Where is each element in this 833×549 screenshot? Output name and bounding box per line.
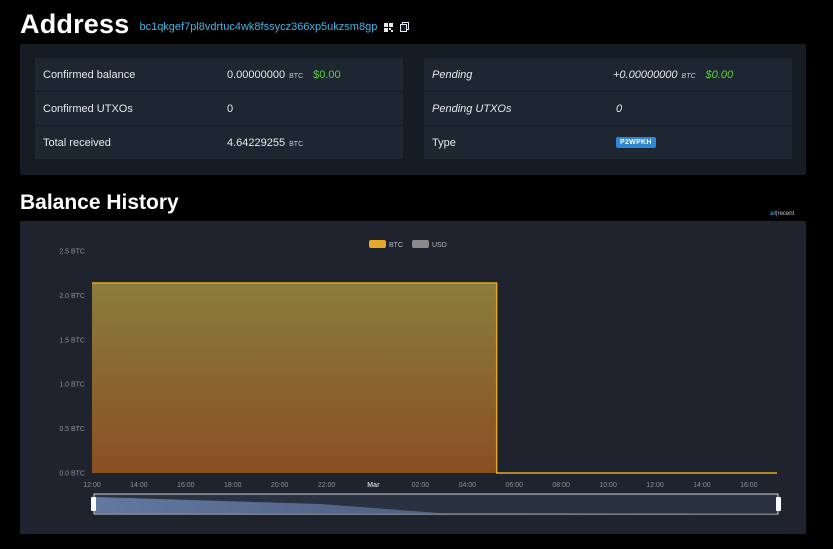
qr-code-icon[interactable] bbox=[383, 22, 393, 32]
type-row: Type P2WPKH bbox=[424, 126, 792, 159]
total-received-label: Total received bbox=[43, 136, 111, 149]
x-tick-label: 16:00 bbox=[740, 482, 758, 489]
x-tick-label: 04:00 bbox=[459, 482, 477, 489]
total-received-value: 4.64229255 BTC bbox=[227, 137, 303, 149]
pending-utxos-row: Pending UTXOs 0 bbox=[424, 92, 792, 125]
address-summary: Confirmed balance 0.00000000 BTC $0.00 P… bbox=[20, 44, 806, 175]
pending-amount: +0.00000000 bbox=[613, 68, 678, 81]
legend-swatch-btc[interactable] bbox=[369, 240, 386, 248]
total-received-amount: 4.64229255 bbox=[227, 136, 286, 149]
pending-label: Pending bbox=[432, 68, 473, 81]
y-tick-label: 0.0 BTC bbox=[59, 471, 85, 478]
y-tick-label: 1.0 BTC bbox=[59, 382, 85, 389]
x-tick-label: 16:00 bbox=[177, 482, 195, 489]
x-tick-label: 02:00 bbox=[412, 482, 430, 489]
confirmed-balance-row: Confirmed balance 0.00000000 BTC $0.00 bbox=[35, 58, 403, 91]
total-received-row: Total received 4.64229255 BTC bbox=[35, 126, 403, 159]
x-tick-label: 14:00 bbox=[693, 482, 711, 489]
y-tick-label: 0.5 BTC bbox=[59, 426, 85, 433]
x-tick-label: 20:00 bbox=[271, 482, 289, 489]
x-tick-label: 10:00 bbox=[599, 482, 617, 489]
pending-value: +0.00000000 BTC $0.00 bbox=[613, 69, 733, 81]
y-tick-label: 2.0 BTC bbox=[59, 293, 85, 300]
confirmed-utxos-row: Confirmed UTXOs 0 bbox=[35, 92, 403, 125]
type-badge: P2WPKH bbox=[616, 137, 656, 148]
x-tick-label: 12:00 bbox=[646, 482, 664, 489]
chart-svg: BTC USD 0.0 BTC 0.5 BTC 1.0 BTC 1.5 BTC 2.0 B… bbox=[59, 240, 781, 515]
pending-usd: $0.00 bbox=[705, 68, 734, 81]
confirmed-balance-label: Confirmed balance bbox=[43, 68, 136, 81]
legend-label-btc[interactable]: BTC bbox=[389, 242, 403, 249]
x-tick-label: Mar bbox=[367, 482, 380, 489]
range-recent-link[interactable]: recent bbox=[778, 211, 795, 217]
address-header: Address bc1qkgef7pl8vdrtuc4wk8fssycz366x… bbox=[20, 6, 409, 42]
x-tick-label: 22:00 bbox=[318, 482, 336, 489]
pending-unit: BTC bbox=[681, 72, 696, 80]
legend-label-usd[interactable]: USD bbox=[432, 242, 447, 249]
confirmed-balance-usd: $0.00 bbox=[313, 68, 341, 81]
balance-history-title: Balance History bbox=[20, 191, 179, 214]
type-label: Type bbox=[432, 136, 456, 149]
pending-row: Pending +0.00000000 BTC $0.00 bbox=[424, 58, 792, 91]
balance-history-chart: BTC USD 0.0 BTC 0.5 BTC 1.0 BTC 1.5 BTC 2.0 B… bbox=[20, 221, 806, 534]
x-tick-label: 18:00 bbox=[224, 482, 242, 489]
confirmed-balance-value: 0.00000000 BTC $0.00 bbox=[227, 69, 341, 81]
y-tick-label: 2.5 BTC bbox=[59, 249, 85, 256]
navigator-right-handle[interactable] bbox=[776, 497, 781, 511]
y-tick-label: 1.5 BTC bbox=[59, 337, 85, 344]
navigator-left-handle[interactable] bbox=[91, 497, 96, 511]
legend-swatch-usd[interactable] bbox=[412, 240, 429, 248]
confirmed-utxos-value: 0 bbox=[227, 102, 234, 115]
confirmed-utxos-label: Confirmed UTXOs bbox=[43, 102, 133, 115]
x-tick-label: 12:00 bbox=[83, 482, 101, 489]
x-tick-label: 08:00 bbox=[552, 482, 570, 489]
address-hash[interactable]: bc1qkgef7pl8vdrtuc4wk8fssycz366xp5ukzsm8… bbox=[139, 21, 377, 33]
confirmed-balance-unit: BTC bbox=[289, 72, 304, 80]
total-received-unit: BTC bbox=[289, 140, 304, 148]
confirmed-balance-amount: 0.00000000 bbox=[227, 68, 286, 81]
x-tick-label: 06:00 bbox=[505, 482, 523, 489]
x-tick-label: 14:00 bbox=[130, 482, 148, 489]
type-value: P2WPKH bbox=[616, 137, 656, 148]
range-toggle: all|recent bbox=[770, 211, 794, 217]
series-area-btc bbox=[92, 282, 777, 473]
pending-utxos-label: Pending UTXOs bbox=[432, 102, 512, 115]
page-title: Address bbox=[20, 8, 130, 39]
pending-utxos-value: 0 bbox=[616, 102, 623, 115]
copy-icon[interactable] bbox=[399, 22, 409, 32]
